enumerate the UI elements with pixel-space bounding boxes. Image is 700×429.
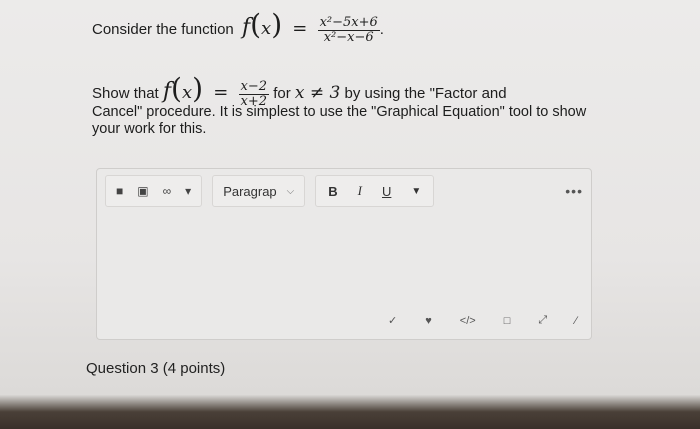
chevron-down-icon[interactable]: ▾ (185, 184, 191, 198)
question-line-1: Consider the function f(x) = x²−5x+6 x²−… (92, 8, 384, 45)
code-icon[interactable]: </> (460, 315, 476, 327)
function-name: f (241, 15, 251, 40)
bold-button[interactable]: B (328, 184, 337, 199)
underline-button[interactable]: U (382, 184, 391, 199)
chevron-down-icon[interactable]: ▼ (411, 186, 421, 197)
function-var-2: x (181, 82, 193, 103)
rich-text-editor[interactable]: ■ ▣ ∞ ▾ Paragrap ⌵ B I U ▼ ••• ✓ ♥ </> □… (96, 168, 592, 340)
paragraph-select[interactable]: Paragrap ⌵ (212, 175, 306, 207)
question-3-points: (4 points) (162, 360, 226, 377)
image-icon[interactable]: ▣ (137, 184, 148, 198)
spellcheck-icon[interactable]: ✓ (388, 314, 397, 327)
condition: x ≠ 3 (294, 83, 341, 103)
insert-group: ■ ▣ ∞ ▾ (105, 175, 203, 207)
period: . (379, 21, 384, 38)
editor-toolbar: ■ ▣ ∞ ▾ Paragrap ⌵ B I U ▼ ••• (105, 175, 583, 207)
accessibility-icon[interactable]: ♥ (425, 315, 432, 327)
function-name-2: f (162, 79, 172, 104)
chevron-down-icon: ⌵ (286, 185, 295, 197)
function-fraction: x²−5x+6 x²−x−6 (317, 14, 380, 45)
question-3-label: Question 3 (86, 360, 159, 377)
italic-button[interactable]: I (358, 183, 362, 199)
simplified-numerator: x−2 (238, 78, 270, 95)
format-group: B I U ▼ (315, 175, 435, 207)
video-icon[interactable]: ■ (116, 184, 123, 198)
show-that-text: Show that (92, 85, 159, 102)
numerator: x²−5x+6 (317, 14, 380, 31)
for-text: for (273, 85, 291, 102)
link-icon[interactable]: ∞ (163, 184, 172, 198)
more-options-button[interactable]: ••• (565, 183, 583, 199)
editor-footer-tools: ✓ ♥ </> □ ⤢ ∕ (388, 314, 577, 327)
denominator: x²−x−6 (323, 29, 374, 45)
equals-sign: = (292, 18, 308, 39)
function-var: x (261, 18, 272, 39)
preview-icon[interactable]: □ (504, 315, 511, 327)
intro-text: Consider the function (92, 21, 234, 38)
fullscreen-icon[interactable]: ⤢ (538, 314, 547, 327)
equals-sign-2: = (213, 82, 229, 103)
question-3-heading: Question 3 (4 points) (86, 360, 225, 377)
question-paragraph: Cancel" procedure. It is simplest to use… (92, 104, 587, 137)
paragraph-label: Paragrap (223, 183, 277, 199)
by-text: by using the "Factor and (344, 85, 507, 102)
resize-icon[interactable]: ∕ (575, 315, 577, 327)
